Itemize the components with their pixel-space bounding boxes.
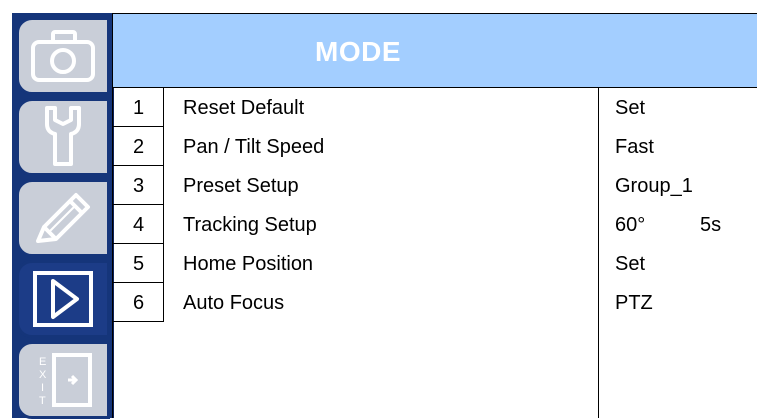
osd-menu-window: E X I T MODE 1 Reset Default Set 2 Pan /… [0,0,757,419]
row-number: 6 [133,292,145,314]
menu-row-tracking-setup[interactable]: 4 Tracking Setup 60° 5s [113,205,757,244]
menu-row-preset-setup[interactable]: 3 Preset Setup Group_1 [113,166,757,205]
row-number: 4 [133,214,145,236]
tab-mode[interactable] [16,260,110,338]
sidebar: E X I T [12,13,114,419]
svg-text:I: I [41,382,44,394]
menu-header: MODE [113,14,757,88]
svg-text:T: T [39,395,46,407]
row-number-cell: 2 [113,127,164,166]
tab-camera[interactable] [16,17,110,95]
row-label: Tracking Setup [183,214,317,236]
row-number: 2 [133,136,145,158]
page-title: MODE [315,36,401,67]
svg-text:E: E [39,356,46,368]
row-value[interactable]: Set [615,253,645,276]
row-value[interactable]: 60° [615,214,645,237]
pencil-icon [30,187,96,249]
row-number: 1 [133,97,145,119]
row-number: 3 [133,175,145,197]
row-value[interactable]: PTZ [615,292,653,315]
row-number-cell: 4 [113,205,164,244]
row-value[interactable]: Fast [615,136,654,159]
svg-text:X: X [39,369,47,381]
menu-row-home-position[interactable]: 5 Home Position Set [113,244,757,283]
row-label: Auto Focus [183,292,285,314]
tab-edit[interactable] [16,179,110,257]
menu-panel: MODE 1 Reset Default Set 2 Pan / Tilt Sp… [112,13,757,418]
wrench-icon [33,104,93,170]
row-value[interactable]: Set [615,97,645,120]
tab-exit[interactable]: E X I T [16,341,110,419]
camera-icon [27,26,99,86]
row-number-cell: 3 [113,166,164,205]
row-value-secondary[interactable]: 5s [700,214,721,237]
row-number-cell: 5 [113,244,164,283]
menu-row-auto-focus[interactable]: 6 Auto Focus PTZ [113,283,757,322]
row-label: Reset Default [183,97,305,119]
play-icon [31,269,95,329]
row-number-cell: 6 [113,283,164,322]
row-label: Home Position [183,253,314,275]
row-value[interactable]: Group_1 [615,175,693,198]
tab-setup[interactable] [16,98,110,176]
menu-row-pan-tilt-speed[interactable]: 2 Pan / Tilt Speed Fast [113,127,757,166]
row-label: Pan / Tilt Speed [183,136,325,158]
exit-icon: E X I T [30,349,96,411]
row-number: 5 [133,253,145,275]
menu-row-reset-default[interactable]: 1 Reset Default Set [113,88,757,127]
row-label: Preset Setup [183,175,299,197]
row-number-cell: 1 [113,88,164,127]
